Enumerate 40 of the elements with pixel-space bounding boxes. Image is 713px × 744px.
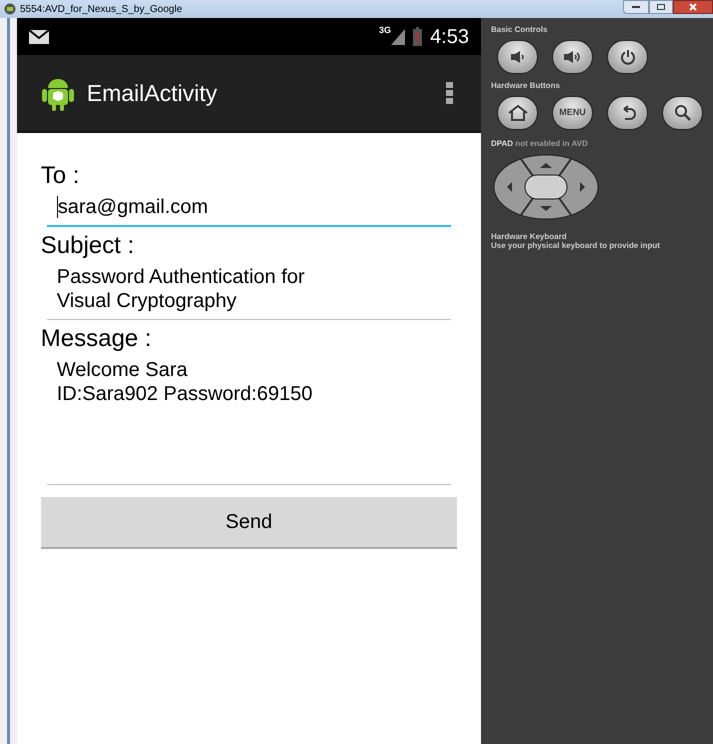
text-field[interactable]: Password Authentication for Visual Cryptography xyxy=(46,261,451,320)
home-button[interactable] xyxy=(497,96,538,130)
minimize-button[interactable] xyxy=(623,0,649,14)
close-icon xyxy=(689,3,697,11)
text-field[interactable]: Welcome Sara ID:Sara902 Password:69150 xyxy=(46,354,451,485)
battery-icon xyxy=(413,27,422,46)
field-label: Message : xyxy=(40,324,152,354)
keyboard-note: Use your physical keyboard to provide input xyxy=(491,241,661,250)
android-emulator-icon xyxy=(4,3,16,15)
section-title: Basic Controls xyxy=(491,24,548,36)
mail-icon xyxy=(28,30,49,44)
network-label: 3G xyxy=(379,24,392,37)
field-value: Welcome Sara ID:Sara902 Password:69150 xyxy=(56,358,314,407)
loud-speaker-icon xyxy=(562,50,582,64)
speaker-icon xyxy=(510,50,526,64)
field-value: Password Authentication for Visual Cryptography xyxy=(56,265,306,313)
volume-down-button[interactable] xyxy=(497,40,538,74)
overflow-menu-button[interactable] xyxy=(446,82,453,104)
send-button[interactable]: Send xyxy=(40,497,457,549)
keyboard-title: Hardware Keyboard xyxy=(491,232,568,241)
signal-icon xyxy=(391,28,406,44)
home-icon xyxy=(506,104,528,122)
volume-up-button[interactable] xyxy=(552,40,593,74)
field-label: Subject : xyxy=(40,231,136,261)
power-icon xyxy=(620,49,636,65)
section-title: Hardware Buttons xyxy=(491,80,561,92)
search-button[interactable] xyxy=(662,96,703,130)
text-field[interactable]: sara@gmail.com xyxy=(46,191,451,227)
close-button[interactable] xyxy=(673,0,713,14)
search-icon xyxy=(674,104,692,122)
maximize-button[interactable] xyxy=(649,0,673,14)
field-label: To : xyxy=(40,161,80,191)
menu-button[interactable]: MENU xyxy=(552,96,593,130)
dpad-note: DPAD not enabled in AVD xyxy=(491,138,589,150)
window-title: 5554:AVD_for_Nexus_S_by_Google xyxy=(20,2,184,16)
back-button[interactable] xyxy=(607,96,648,130)
app-title: EmailActivity xyxy=(86,78,218,108)
power-button[interactable] xyxy=(607,40,648,74)
clock: 4:53 xyxy=(430,24,469,50)
field-value: sara@gmail.com xyxy=(56,195,210,219)
